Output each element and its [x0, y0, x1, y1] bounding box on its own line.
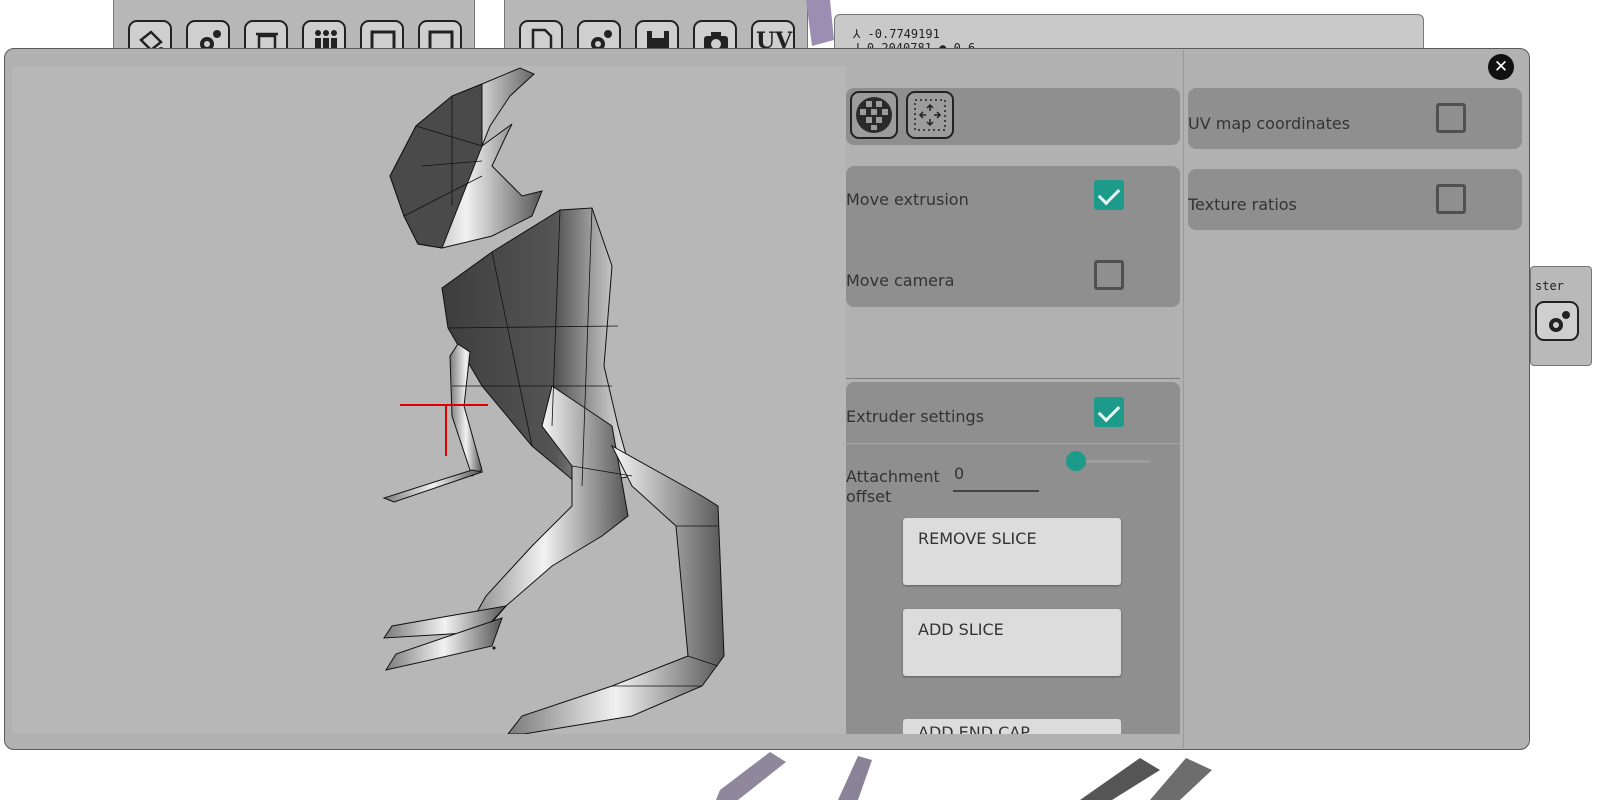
uv-map-coordinates-checkbox[interactable]	[1436, 103, 1466, 133]
uv-map-coordinates-label: UV map coordinates	[1188, 114, 1351, 133]
move-camera-label: Move camera	[846, 271, 955, 290]
fit-view-tool[interactable]	[906, 91, 954, 139]
add-end-cap-clip: ADD END CAP	[903, 719, 1121, 734]
attachment-offset-slider-track[interactable]	[1076, 460, 1150, 463]
attachment-offset-label-line2: offset	[846, 487, 892, 506]
texture-sphere-tool[interactable]	[850, 91, 898, 139]
wireframe-model	[382, 67, 725, 734]
move-extrusion-label: Move extrusion	[846, 190, 969, 209]
texture-ratios-checkbox[interactable]	[1436, 184, 1466, 214]
texture-ratios-label: Texture ratios	[1188, 195, 1297, 214]
extruder-settings-checkbox[interactable]	[1094, 397, 1124, 427]
attachment-offset-label-line1: Attachment	[846, 467, 940, 486]
extruder-divider	[846, 443, 1180, 444]
remove-slice-button[interactable]: REMOVE SLICE	[903, 518, 1121, 585]
add-slice-button[interactable]: ADD SLICE	[903, 609, 1121, 676]
3d-viewport[interactable]	[12, 66, 846, 734]
move-camera-checkbox[interactable]	[1094, 260, 1124, 290]
section-divider	[846, 378, 1180, 379]
checkered-sphere-icon	[856, 97, 892, 133]
column-divider	[1183, 50, 1184, 748]
attachment-offset-input[interactable]: 0	[953, 464, 1039, 492]
close-icon[interactable]: ✕	[1488, 54, 1514, 80]
extruder-settings-label: Extruder settings	[846, 407, 985, 426]
attachment-offset-slider-thumb[interactable]	[1066, 451, 1086, 471]
move-extrusion-checkbox[interactable]	[1094, 180, 1124, 210]
add-end-cap-button[interactable]: ADD END CAP	[903, 719, 1121, 734]
expand-arrows-icon	[914, 99, 946, 131]
